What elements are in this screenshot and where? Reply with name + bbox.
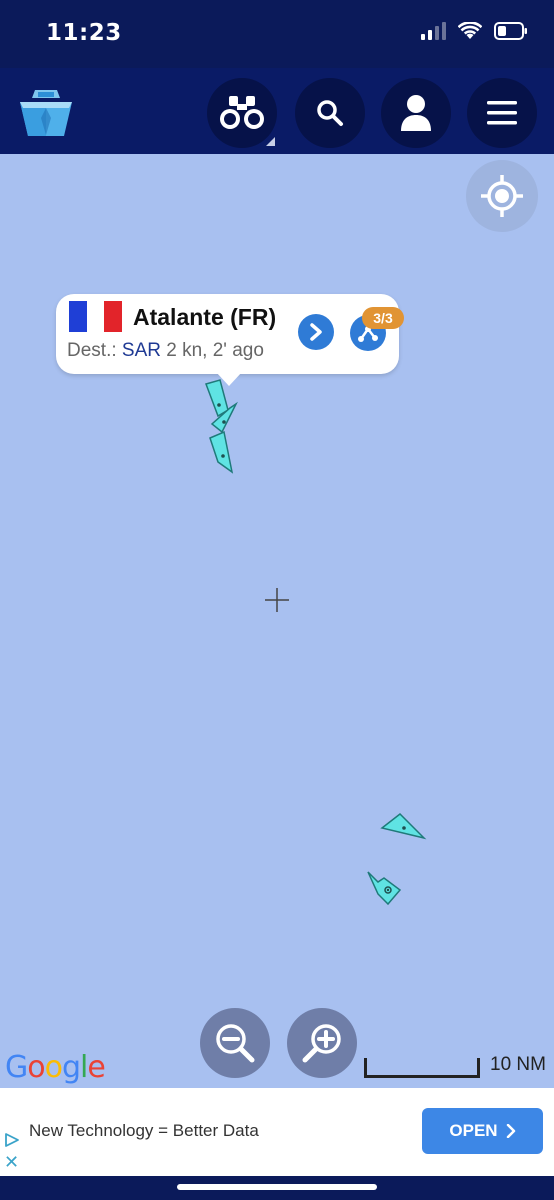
account-icon bbox=[401, 95, 431, 131]
destination-label: Dest.: bbox=[67, 340, 117, 361]
track-count-badge: 3/3 bbox=[362, 307, 404, 329]
france-flag-icon bbox=[69, 301, 123, 332]
chevron-right-icon bbox=[310, 323, 322, 341]
ad-banner[interactable]: ✕ New Technology = Better Data OPEN bbox=[0, 1088, 554, 1176]
ad-text[interactable]: New Technology = Better Data bbox=[29, 1121, 259, 1141]
menu-button[interactable] bbox=[467, 78, 537, 148]
status-icons bbox=[420, 22, 528, 40]
flag-stripe bbox=[104, 301, 123, 332]
locate-me-button[interactable] bbox=[466, 160, 538, 232]
vessel-popup[interactable]: Atalante (FR) Dest.: SAR 2 kn, 2' ago 3/… bbox=[56, 294, 404, 386]
vessel-marker[interactable] bbox=[378, 810, 428, 842]
battery-icon bbox=[494, 22, 527, 40]
destination-value: SAR bbox=[121, 340, 161, 361]
zoom-out-button[interactable] bbox=[200, 1008, 270, 1078]
google-letter: o bbox=[27, 1050, 45, 1085]
vessel-marker[interactable] bbox=[364, 868, 406, 908]
menu-icon bbox=[487, 101, 517, 125]
status-time: 11:23 bbox=[46, 20, 122, 46]
binoculars-icon bbox=[220, 96, 264, 129]
vessel-marker[interactable] bbox=[204, 428, 238, 476]
zoom-out-icon bbox=[216, 1024, 255, 1063]
flag-stripe bbox=[86, 301, 105, 332]
ad-close-icon[interactable]: ✕ bbox=[4, 1152, 19, 1173]
crosshair-location-icon bbox=[481, 175, 523, 217]
chevron-right-icon bbox=[506, 1124, 515, 1138]
home-indicator[interactable] bbox=[177, 1184, 377, 1190]
vessel-name: Atalante (FR) bbox=[133, 304, 277, 330]
home-indicator-area bbox=[0, 1176, 554, 1200]
signal-icon bbox=[421, 22, 446, 40]
dropdown-indicator-icon bbox=[266, 137, 275, 146]
vessel-details-button[interactable] bbox=[298, 314, 334, 350]
zoom-in-button[interactable] bbox=[287, 1008, 357, 1078]
zoom-in-icon bbox=[302, 1024, 341, 1063]
app-header bbox=[0, 68, 554, 154]
ship-logo-icon[interactable] bbox=[18, 86, 74, 138]
ad-open-label: OPEN bbox=[449, 1121, 498, 1140]
binoculars-button[interactable] bbox=[207, 78, 277, 148]
status-bar: 11:23 bbox=[0, 0, 554, 68]
vessel-destination-line: Dest.: SAR 2 kn, 2' ago bbox=[67, 340, 264, 362]
search-icon bbox=[317, 100, 343, 126]
map-view[interactable]: Atalante (FR) Dest.: SAR 2 kn, 2' ago 3/… bbox=[0, 154, 554, 1088]
adchoices-icon[interactable] bbox=[4, 1132, 20, 1148]
ad-open-button[interactable]: OPEN bbox=[422, 1108, 543, 1154]
account-button[interactable] bbox=[381, 78, 451, 148]
map-scale-bar bbox=[364, 1058, 480, 1078]
google-letter: g bbox=[61, 1050, 81, 1085]
map-scale-label: 10 NM bbox=[490, 1054, 546, 1075]
google-logo: Google bbox=[5, 1050, 106, 1085]
map-center-crosshair-icon bbox=[265, 588, 289, 612]
google-letter: G bbox=[5, 1050, 28, 1085]
google-letter: o bbox=[44, 1050, 63, 1085]
google-letter: e bbox=[87, 1050, 105, 1085]
search-button[interactable] bbox=[295, 78, 365, 148]
flag-stripe bbox=[69, 301, 87, 332]
wifi-icon bbox=[458, 22, 482, 39]
speed-time: 2 kn, 2' ago bbox=[166, 340, 264, 361]
